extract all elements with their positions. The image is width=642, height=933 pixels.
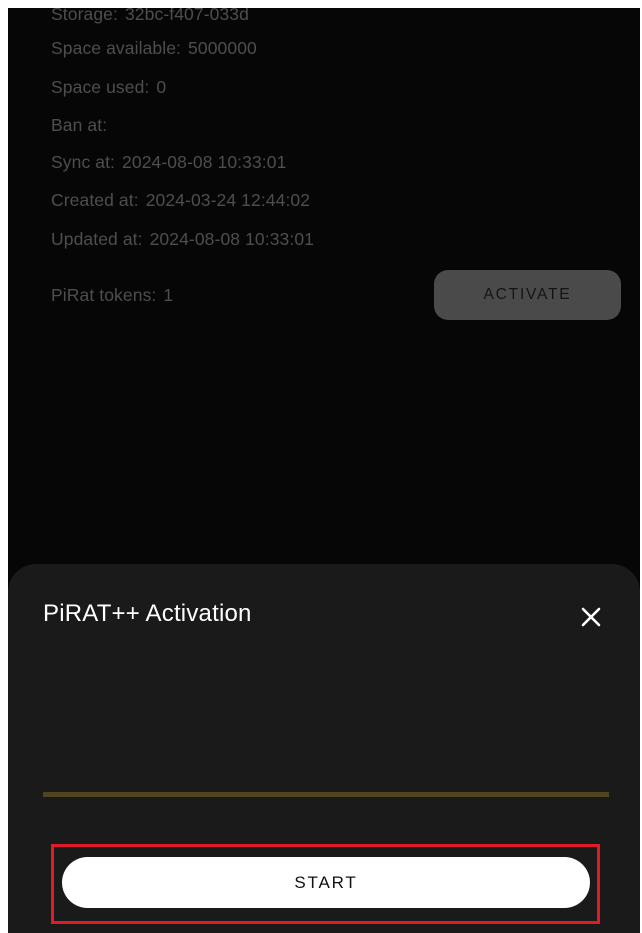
updated-at-value: 2024-08-08 10:33:01 [149, 229, 314, 249]
activation-bottom-sheet: PiRAT++ Activation START [8, 564, 640, 933]
activate-button[interactable]: ACTIVATE [434, 270, 621, 320]
tokens-value: 1 [163, 285, 174, 305]
created-at-row: Created at: 2024-03-24 12:44:02 [51, 190, 310, 211]
space-available-label: Space available: [51, 38, 182, 58]
ban-at-label: Ban at: [51, 115, 108, 135]
space-used-row: Space used: 0 [51, 77, 166, 98]
storage-row: Storage: 32bc-f407-033d [51, 8, 249, 25]
updated-at-row: Updated at: 2024-08-08 10:33:01 [51, 229, 314, 250]
screen: Storage: 32bc-f407-033d Space available: 5… [0, 0, 642, 933]
space-used-value: 0 [156, 77, 167, 97]
space-available-value: 5000000 [188, 38, 257, 58]
space-available-row: Space available: 5000000 [51, 38, 257, 59]
sync-at-label: Sync at: [51, 152, 116, 172]
activation-progress-track [43, 792, 609, 797]
tokens-label: PiRat tokens: [51, 285, 157, 305]
storage-value: 32bc-f407-033d [124, 8, 249, 24]
sheet-title: PiRAT++ Activation [43, 600, 252, 627]
storage-label: Storage: [51, 8, 118, 24]
created-at-label: Created at: [51, 190, 139, 210]
space-used-label: Space used: [51, 77, 150, 97]
created-at-value: 2024-03-24 12:44:02 [145, 190, 311, 210]
updated-at-label: Updated at: [51, 229, 143, 249]
close-icon[interactable] [576, 602, 606, 632]
sync-at-row: Sync at: 2024-08-08 10:33:01 [51, 152, 286, 173]
ban-at-row: Ban at: [51, 115, 114, 136]
tokens-row: PiRat tokens: 1 [51, 285, 173, 306]
start-button[interactable]: START [62, 857, 590, 908]
sync-at-value: 2024-08-08 10:33:01 [122, 152, 287, 172]
